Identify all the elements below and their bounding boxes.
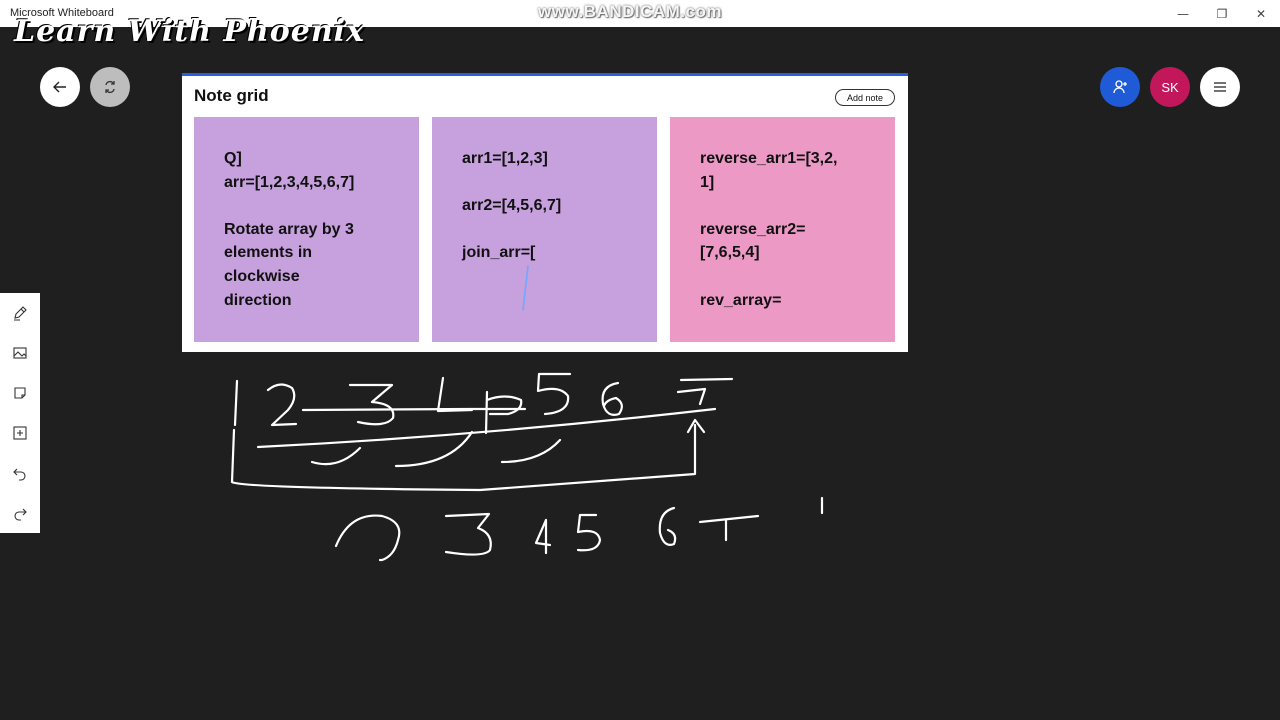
pen-tool-button[interactable] [8, 301, 32, 325]
add-icon [13, 426, 27, 440]
insert-image-button[interactable] [8, 341, 32, 365]
add-person-icon [1113, 80, 1127, 94]
main-menu-button[interactable] [1200, 67, 1240, 107]
redo-button[interactable] [8, 501, 32, 525]
sticky-note-question[interactable]: Q] arr=[1,2,3,4,5,6,7] Rotate array by 3… [194, 117, 419, 342]
back-button[interactable] [40, 67, 80, 107]
left-toolbar [0, 293, 40, 533]
arrow-left-icon [53, 81, 66, 93]
note-grid-title: Note grid [194, 86, 269, 105]
recorder-watermark: www.BANDICAM.com [538, 2, 722, 21]
minimize-button[interactable]: — [1164, 0, 1202, 27]
image-icon [13, 347, 27, 359]
sticky-note-reversed-arrays[interactable]: reverse_arr1=[3,2, 1] reverse_arr2= [7,6… [670, 117, 895, 342]
sticky-note-icon [14, 387, 26, 399]
close-window-button[interactable]: ✕ [1242, 0, 1280, 27]
undo-button[interactable] [8, 461, 32, 485]
channel-brand: Learn With Phoenix [14, 14, 365, 49]
invite-button[interactable] [1100, 67, 1140, 107]
user-avatar[interactable]: SK [1150, 67, 1190, 107]
share-link-button[interactable] [90, 67, 130, 107]
hamburger-menu-icon [1214, 82, 1226, 92]
redo-icon [14, 508, 27, 521]
undo-icon [13, 468, 26, 481]
sticky-note-split-arrays[interactable]: arr1=[1,2,3] arr2=[4,5,6,7] join_arr=[ [432, 117, 657, 342]
add-note-button[interactable]: Add note [835, 89, 895, 106]
sticky-note-button[interactable] [8, 381, 32, 405]
add-content-button[interactable] [8, 421, 32, 445]
restore-button[interactable]: ❐ [1203, 0, 1241, 27]
pen-icon [14, 306, 27, 321]
share-link-icon [105, 80, 115, 94]
note-grid[interactable]: Note grid Add note Q] arr=[1,2,3,4,5,6,7… [182, 73, 908, 352]
